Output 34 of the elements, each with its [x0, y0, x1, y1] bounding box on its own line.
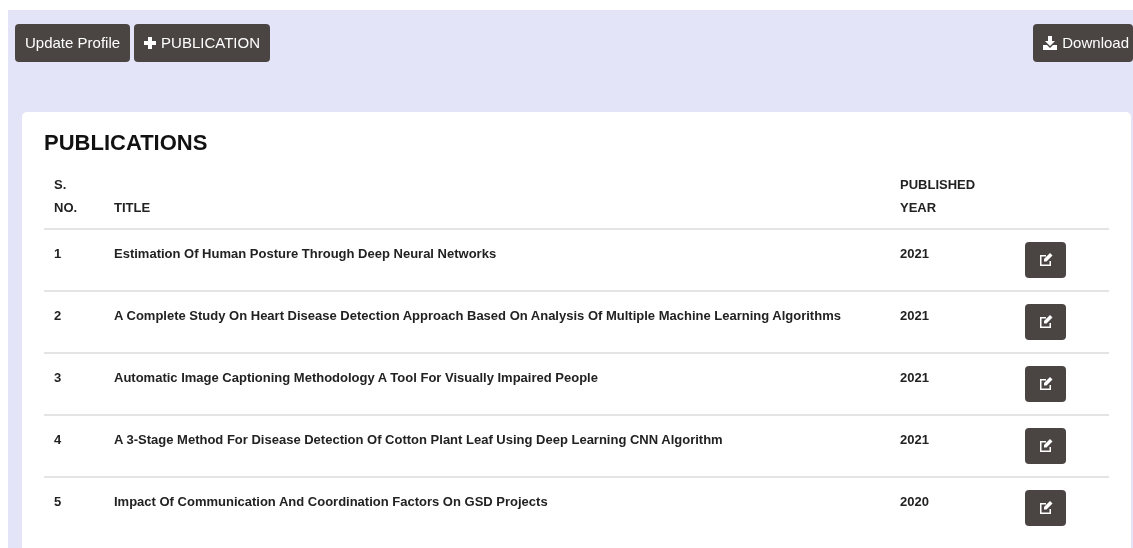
edit-icon	[1038, 501, 1053, 515]
published-year: 2021	[890, 414, 1015, 477]
publication-title: Impact Of Communication And Coordination Factors On GSD Projects	[104, 476, 890, 539]
edit-icon	[1038, 439, 1053, 453]
edit-button[interactable]	[1025, 427, 1066, 464]
card-title: PUBLICATIONS	[44, 130, 209, 157]
column-header: TITLE	[104, 174, 890, 229]
add-publication-button[interactable]: PUBLICATION	[134, 24, 270, 62]
published-year: 2021	[890, 352, 1015, 415]
download-icon	[1043, 36, 1058, 50]
column-header: S. NO.	[44, 174, 104, 229]
publication-title: A Complete Study On Heart Disease Detection Approach Based On Analysis Of Multiple Machine Learning Algorithms	[104, 290, 890, 353]
plus-icon	[144, 37, 157, 49]
row-number: 1	[44, 228, 104, 291]
published-year: 2020	[890, 476, 1015, 539]
edit-button[interactable]	[1025, 241, 1066, 278]
publication-title: Automatic Image Captioning Methodology A Tool For Visually Impaired People	[104, 352, 890, 415]
row-number: 5	[44, 476, 104, 539]
row-number: 3	[44, 352, 104, 415]
edit-button[interactable]	[1025, 489, 1066, 526]
column-header: PUBLISHED YEAR	[890, 174, 1015, 229]
download-button[interactable]: Download	[1033, 24, 1133, 62]
edit-icon	[1038, 315, 1053, 329]
row-number: 4	[44, 414, 104, 477]
published-year: 2021	[890, 290, 1015, 353]
published-year: 2021	[890, 228, 1015, 291]
publication-title: A 3-Stage Method For Disease Detection Of Cotton Plant Leaf Using Deep Learning CNN Algorithm	[104, 414, 890, 477]
row-number: 2	[44, 290, 104, 353]
edit-icon	[1038, 377, 1053, 391]
edit-icon	[1038, 253, 1053, 267]
edit-button[interactable]	[1025, 303, 1066, 340]
edit-button[interactable]	[1025, 365, 1066, 402]
update-profile-button[interactable]: Update Profile	[15, 24, 131, 62]
publication-title: Estimation Of Human Posture Through Deep Neural Networks	[104, 228, 890, 291]
